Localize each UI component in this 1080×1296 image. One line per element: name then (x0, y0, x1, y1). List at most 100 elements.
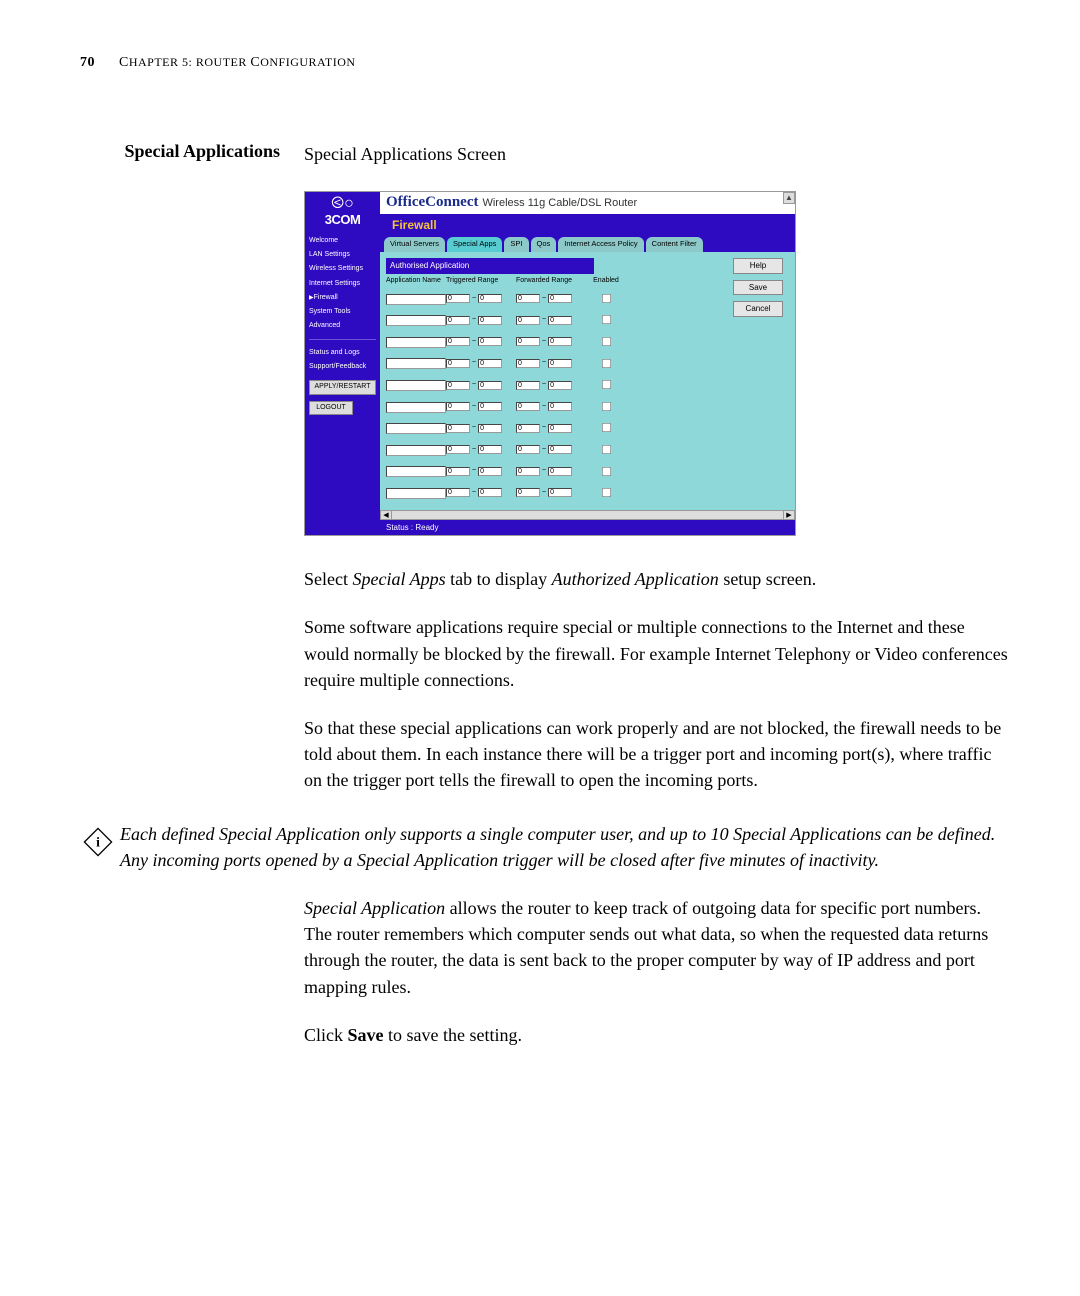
sidebar-item-firewall[interactable]: Firewall (305, 291, 380, 305)
cancel-button[interactable]: Cancel (733, 301, 783, 317)
forward-from-input[interactable] (516, 294, 540, 303)
enabled-checkbox[interactable] (602, 402, 611, 411)
app-name-input[interactable] (386, 488, 446, 499)
trigger-to-input[interactable] (478, 359, 502, 368)
enabled-checkbox[interactable] (602, 337, 611, 346)
enabled-checkbox[interactable] (602, 294, 611, 303)
trigger-from-input[interactable] (446, 337, 470, 346)
scroll-right-icon[interactable]: ▶ (783, 510, 795, 520)
trigger-from-input[interactable] (446, 359, 470, 368)
enabled-checkbox[interactable] (602, 488, 611, 497)
forward-to-input[interactable] (548, 467, 572, 476)
trigger-to-input[interactable] (478, 316, 502, 325)
app-name-input[interactable] (386, 358, 446, 369)
trigger-to-input[interactable] (478, 424, 502, 433)
tab-content-filter[interactable]: Content Filter (646, 237, 703, 252)
forward-to-input[interactable] (548, 381, 572, 390)
trigger-to-input[interactable] (478, 294, 502, 303)
logout-button[interactable]: LOGOUT (309, 401, 353, 415)
sidebar-item-welcome[interactable]: Welcome (305, 234, 380, 248)
scroll-left-icon[interactable]: ◀ (380, 510, 392, 520)
forward-from-input[interactable] (516, 402, 540, 411)
enabled-checkbox[interactable] (602, 467, 611, 476)
panel-authorised-application: Help Save Cancel Authorised Application … (380, 252, 795, 510)
sidebar-item-internet-settings[interactable]: Internet Settings (305, 277, 380, 291)
app-name-input[interactable] (386, 294, 446, 305)
forward-to-input[interactable] (548, 359, 572, 368)
paragraph-4: Special Application allows the router to… (304, 895, 1010, 999)
forward-to-input[interactable] (548, 488, 572, 497)
help-button[interactable]: Help (733, 258, 783, 274)
forward-from-input[interactable] (516, 424, 540, 433)
apply-restart-button[interactable]: APPLY/RESTART (309, 380, 376, 394)
tab-internet-access-policy[interactable]: Internet Access Policy (558, 237, 643, 252)
trigger-to-input[interactable] (478, 402, 502, 411)
sidebar-divider (309, 339, 376, 340)
section-subtitle: Special Applications Screen (304, 141, 1010, 167)
table-row: ~~ (386, 439, 789, 461)
save-button[interactable]: Save (733, 280, 783, 296)
trigger-from-input[interactable] (446, 445, 470, 454)
trigger-to-input[interactable] (478, 445, 502, 454)
sidebar-item-lan-settings[interactable]: LAN Settings (305, 248, 380, 262)
app-name-input[interactable] (386, 315, 446, 326)
forward-to-input[interactable] (548, 294, 572, 303)
forward-to-input[interactable] (548, 337, 572, 346)
horizontal-scrollbar[interactable]: ◀ ▶ (380, 510, 795, 520)
trigger-to-input[interactable] (478, 467, 502, 476)
forward-from-input[interactable] (516, 381, 540, 390)
forward-from-input[interactable] (516, 337, 540, 346)
forward-to-input[interactable] (548, 445, 572, 454)
sidebar-item-support-feedback[interactable]: Support/Feedback (305, 360, 380, 374)
router-ui-screenshot: ⧀○ 3COM Welcome LAN Settings Wireless Se… (304, 191, 796, 536)
trigger-to-input[interactable] (478, 488, 502, 497)
scroll-up-icon[interactable]: ▲ (783, 192, 795, 204)
enabled-checkbox[interactable] (602, 359, 611, 368)
section-title: Special Applications (80, 141, 280, 162)
paragraph-5: Click Save to save the setting. (304, 1022, 1010, 1048)
enabled-checkbox[interactable] (602, 423, 611, 432)
trigger-from-input[interactable] (446, 424, 470, 433)
enabled-checkbox[interactable] (602, 315, 611, 324)
info-note-text: Each defined Special Application only su… (116, 821, 1010, 873)
tab-qos[interactable]: Qos (531, 237, 557, 252)
forward-to-input[interactable] (548, 316, 572, 325)
tab-special-apps[interactable]: Special Apps (447, 237, 502, 252)
sidebar-item-system-tools[interactable]: System Tools (305, 305, 380, 319)
app-name-input[interactable] (386, 337, 446, 348)
trigger-from-input[interactable] (446, 467, 470, 476)
app-name-input[interactable] (386, 380, 446, 391)
trigger-from-input[interactable] (446, 294, 470, 303)
app-name-input[interactable] (386, 423, 446, 434)
tab-virtual-servers[interactable]: Virtual Servers (384, 237, 445, 252)
forward-from-input[interactable] (516, 359, 540, 368)
forward-to-input[interactable] (548, 424, 572, 433)
forward-from-input[interactable] (516, 488, 540, 497)
app-name-input[interactable] (386, 402, 446, 413)
sidebar-item-status-logs[interactable]: Status and Logs (305, 346, 380, 360)
trigger-to-input[interactable] (478, 337, 502, 346)
trigger-from-input[interactable] (446, 316, 470, 325)
enabled-checkbox[interactable] (602, 445, 611, 454)
trigger-from-input[interactable] (446, 402, 470, 411)
screenshot-main: ▲ OfficeConnect Wireless 11g Cable/DSL R… (380, 192, 795, 535)
paragraph-3: So that these special applications can w… (304, 715, 1010, 793)
tab-spi[interactable]: SPI (504, 237, 528, 252)
trigger-from-input[interactable] (446, 488, 470, 497)
app-name-input[interactable] (386, 466, 446, 477)
forward-from-input[interactable] (516, 445, 540, 454)
trigger-to-input[interactable] (478, 381, 502, 390)
forward-from-input[interactable] (516, 467, 540, 476)
page-number: 70 (80, 55, 95, 70)
table-row: ~~ (386, 374, 789, 396)
app-name-input[interactable] (386, 445, 446, 456)
col-forwarded-range: Forwarded Range (516, 276, 586, 286)
forward-from-input[interactable] (516, 316, 540, 325)
sidebar-item-wireless-settings[interactable]: Wireless Settings (305, 262, 380, 276)
forward-to-input[interactable] (548, 402, 572, 411)
enabled-checkbox[interactable] (602, 380, 611, 389)
sidebar-item-advanced[interactable]: Advanced (305, 319, 380, 333)
brand-name: OfficeConnect (386, 192, 478, 214)
trigger-from-input[interactable] (446, 381, 470, 390)
scroll-track[interactable] (392, 510, 783, 520)
